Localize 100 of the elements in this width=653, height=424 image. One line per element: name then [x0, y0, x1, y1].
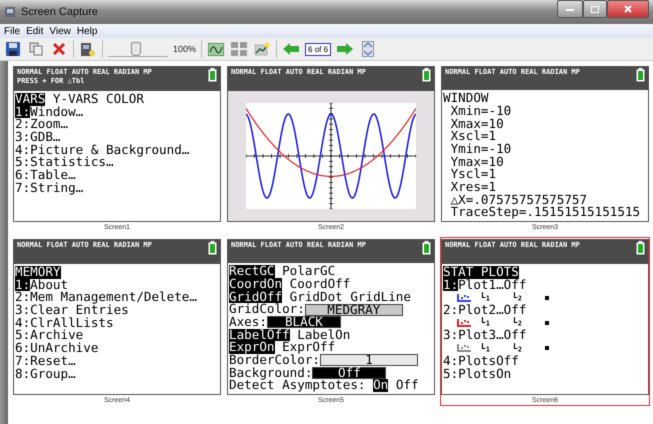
menu-text: TraceStep=.15151515151515	[450, 206, 640, 220]
menu-item[interactable]: Help	[76, 26, 98, 36]
save-button[interactable]	[4, 40, 22, 58]
menu-item[interactable]: Edit	[26, 26, 44, 36]
menu-text: 5:PlotsOn	[443, 368, 512, 380]
menu-text: 3:GDB…	[15, 131, 60, 144]
window-title: Screen Capture	[21, 6, 100, 18]
list-label: L$_{2}$	[513, 290, 523, 304]
highlighted-option[interactable]: RectGC	[229, 265, 274, 278]
menu-text: Background:	[229, 366, 312, 380]
left-arrow-icon	[283, 43, 300, 55]
minimize-button[interactable]	[557, 0, 583, 18]
app-icon	[4, 6, 16, 18]
menu-text: 8:Group…	[15, 368, 76, 380]
menu-text: BorderColor:	[229, 354, 320, 367]
maximize-button[interactable]	[583, 0, 607, 18]
new-capture-button[interactable]	[253, 40, 272, 58]
menu-text: 2:Zoom…	[15, 118, 68, 132]
menu-text: 4:PlotsOff	[443, 354, 519, 368]
highlighted-option[interactable]: LabelOff	[229, 328, 290, 342]
list-label: L$_{2}$	[513, 315, 523, 329]
battery-icon	[208, 241, 217, 255]
list-label: L$_{1}$	[481, 290, 491, 304]
menu-text: Off	[394, 379, 419, 392]
battery-icon	[422, 68, 431, 82]
highlighted-option[interactable]: GridOff	[229, 290, 282, 304]
maximize-icon	[591, 6, 599, 12]
value-field[interactable]: Off	[312, 366, 386, 379]
highlighted-option[interactable]: 1:	[443, 278, 458, 292]
menu-text: Detect Asymptotes:	[229, 379, 366, 392]
menu-text: GridDot GridLine	[290, 290, 411, 304]
highlighted-option[interactable]: MEMORY	[15, 266, 60, 279]
menu-text: Xmax=10	[450, 118, 504, 130]
square-mark-icon	[545, 296, 549, 300]
menu-text: Plot1…Off	[458, 278, 526, 292]
menu-text: 4:ClrAllLists	[15, 316, 114, 330]
highlighted-option[interactable]: 1:	[15, 278, 30, 292]
battery-icon	[208, 68, 217, 82]
next-button[interactable]	[336, 40, 354, 58]
menu-text: 3:Plot3…Off	[443, 329, 526, 342]
capture-button[interactable]	[79, 40, 97, 58]
menu-text: 5:Statistics…	[15, 156, 114, 170]
menu-text: 6:UnArchive	[15, 342, 98, 355]
menu-text: 3:Clear Entries	[15, 304, 129, 317]
up-down-icon	[362, 41, 374, 57]
menu-text: Xscl=1	[450, 130, 496, 143]
zoom-slider[interactable]	[108, 42, 168, 56]
menu-text: ExprOff	[282, 341, 336, 354]
calculator-camera-icon	[80, 42, 96, 56]
minimize-icon	[566, 8, 574, 10]
menu-text: Yscl=1	[450, 168, 496, 181]
value-field[interactable]: 1	[320, 354, 418, 366]
battery-icon	[636, 68, 645, 82]
menu-text: Window…	[30, 106, 84, 118]
highlighted-option[interactable]: On	[373, 379, 388, 392]
previous-button[interactable]	[282, 40, 300, 58]
menu-text: About	[30, 278, 68, 292]
menu-text: 7:String…	[15, 182, 84, 195]
menu-item[interactable]: View	[49, 26, 71, 36]
menu-text: LabelOn	[297, 328, 350, 342]
zoom-level: 100%	[173, 44, 196, 54]
delete-button[interactable]	[50, 40, 68, 58]
right-arrow-icon	[337, 43, 354, 55]
highlighted-option[interactable]: 1:	[15, 106, 30, 118]
menu-text: 7:Reset…	[15, 354, 76, 368]
menu-item[interactable]: File	[4, 26, 20, 36]
menu-text: Y-VARS COLOR	[52, 93, 144, 106]
list-label: L$_{2}$	[513, 340, 523, 355]
highlighted-option[interactable]: VARS	[15, 93, 46, 106]
menu-text: Xres=1	[450, 180, 496, 194]
page-field[interactable]: 6 of 6	[305, 42, 332, 56]
highlighted-option[interactable]: CoordOn	[229, 278, 282, 291]
menu-text: WINDOW	[443, 92, 488, 105]
value-field[interactable]: MEDGRAY	[304, 304, 403, 316]
menu-text: 5:Archive	[15, 329, 84, 342]
battery-icon	[636, 241, 645, 255]
copy-icon	[29, 42, 43, 56]
value-field[interactable]: BLACK	[266, 316, 341, 328]
list-label: L$_{1}$	[481, 315, 491, 329]
highlighted-option[interactable]: STAT PLOTS	[443, 266, 519, 279]
menu-text: Axes:	[229, 316, 267, 329]
copy-button[interactable]	[27, 40, 45, 58]
calculator-screen[interactable]	[227, 239, 435, 395]
square-mark-icon	[545, 321, 549, 326]
wave-graph-icon	[208, 42, 224, 56]
close-button[interactable]	[607, 0, 649, 18]
menu-text: PolarGC	[281, 265, 336, 278]
menu-text: 2:Mem Management/Delete…	[15, 291, 197, 304]
menu-text: Xmin=-10	[450, 104, 512, 118]
menu-text: 4:Picture & Background…	[15, 144, 190, 156]
battery-icon	[422, 241, 431, 255]
delete-icon	[52, 42, 66, 56]
list-label: L$_{1}$	[481, 340, 491, 355]
close-icon	[624, 5, 632, 13]
menu-text: CoordOff	[288, 278, 350, 291]
menu-text: △X=.07575757575757	[450, 194, 588, 206]
single-view-button[interactable]	[207, 40, 226, 58]
slider-thumb[interactable]	[131, 42, 141, 56]
highlighted-option[interactable]: ExprOn	[229, 341, 274, 354]
menu-text: GridColor:	[229, 303, 305, 316]
